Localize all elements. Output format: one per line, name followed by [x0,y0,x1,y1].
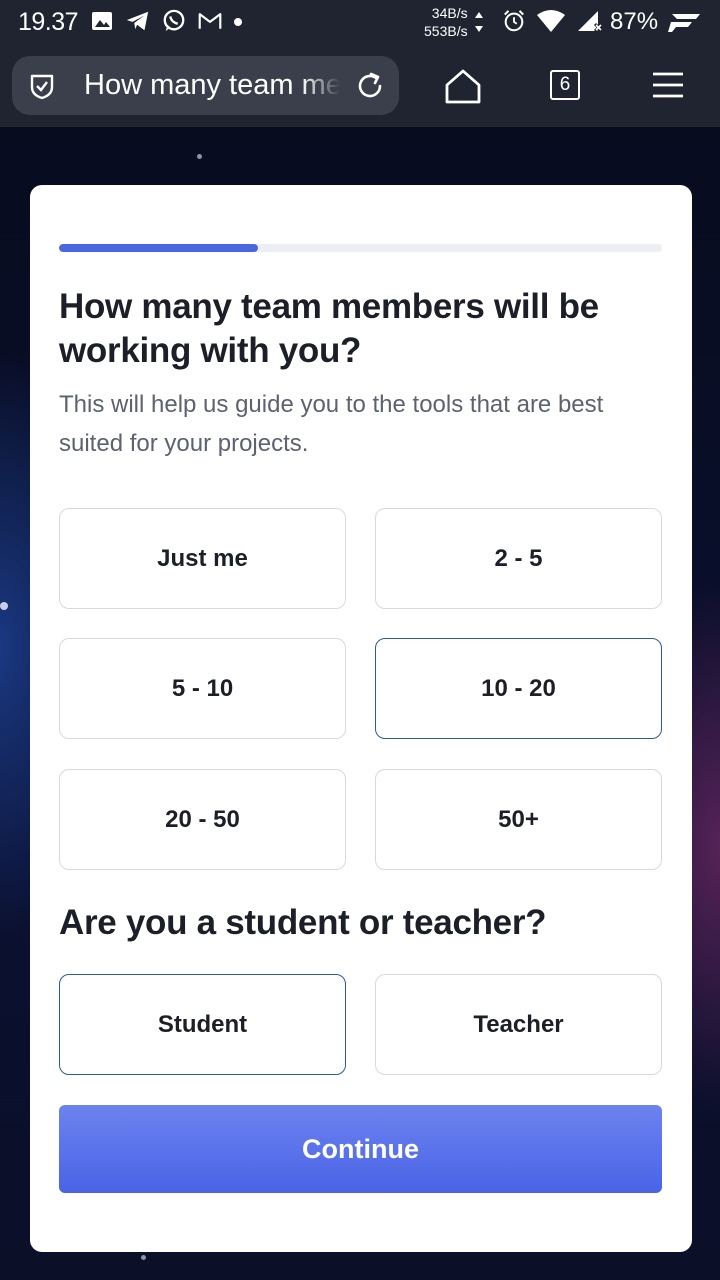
option-teacher[interactable]: Teacher [375,974,662,1075]
home-icon[interactable] [444,68,482,104]
brand-logo-icon [668,14,700,32]
system-icons [502,8,604,34]
option-20-50[interactable]: 20 - 50 [59,769,346,870]
address-text[interactable]: How many team members will be working wi… [84,69,340,103]
menu-icon[interactable] [652,71,684,99]
option-just-me[interactable]: Just me [59,508,346,609]
network-speed: 34B/s 553B/s [424,4,468,40]
net-up-speed: 34B/s [431,5,468,21]
whatsapp-icon [162,8,186,34]
tabs-count-button[interactable]: 6 [550,70,580,100]
alarm-icon [502,8,526,34]
background-star [0,602,8,610]
net-arrows-icon [475,12,483,32]
gmail-icon [198,8,222,34]
progress-bar [59,244,662,252]
status-time: 19.37 [18,8,79,36]
wifi-icon [536,8,566,34]
option-5-10[interactable]: 5 - 10 [59,638,346,739]
image-icon [90,8,114,34]
continue-button[interactable]: Continue [59,1105,662,1193]
telegram-icon [126,8,150,34]
more-notifications-dot [234,18,242,26]
option-student[interactable]: Student [59,974,346,1075]
background-star [141,1255,146,1260]
option-50-plus[interactable]: 50+ [375,769,662,870]
role-question-title: Are you a student or teacher? [59,903,547,942]
option-2-5[interactable]: 2 - 5 [375,508,662,609]
net-down-speed: 553B/s [424,23,468,39]
address-bar[interactable]: How many team members will be working wi… [12,56,399,115]
reload-icon[interactable] [354,70,386,102]
progress-bar-fill [59,244,258,252]
browser-toolbar: How many team members will be working wi… [0,46,720,127]
shield-check-icon[interactable] [28,72,56,100]
background-star [197,154,202,159]
option-10-20[interactable]: 10 - 20 [375,638,662,739]
status-bar: 19.37 34B/s 553B/s 87% [0,0,720,46]
team-size-question-title: How many team members will be working wi… [59,287,599,370]
onboarding-card: How many team members will be working wi… [30,185,692,1252]
team-size-question-description: This will help us guide you to the tools… [59,391,604,457]
notification-icons [90,8,242,34]
signal-icon [576,8,604,34]
battery-level: 87% [610,8,659,35]
